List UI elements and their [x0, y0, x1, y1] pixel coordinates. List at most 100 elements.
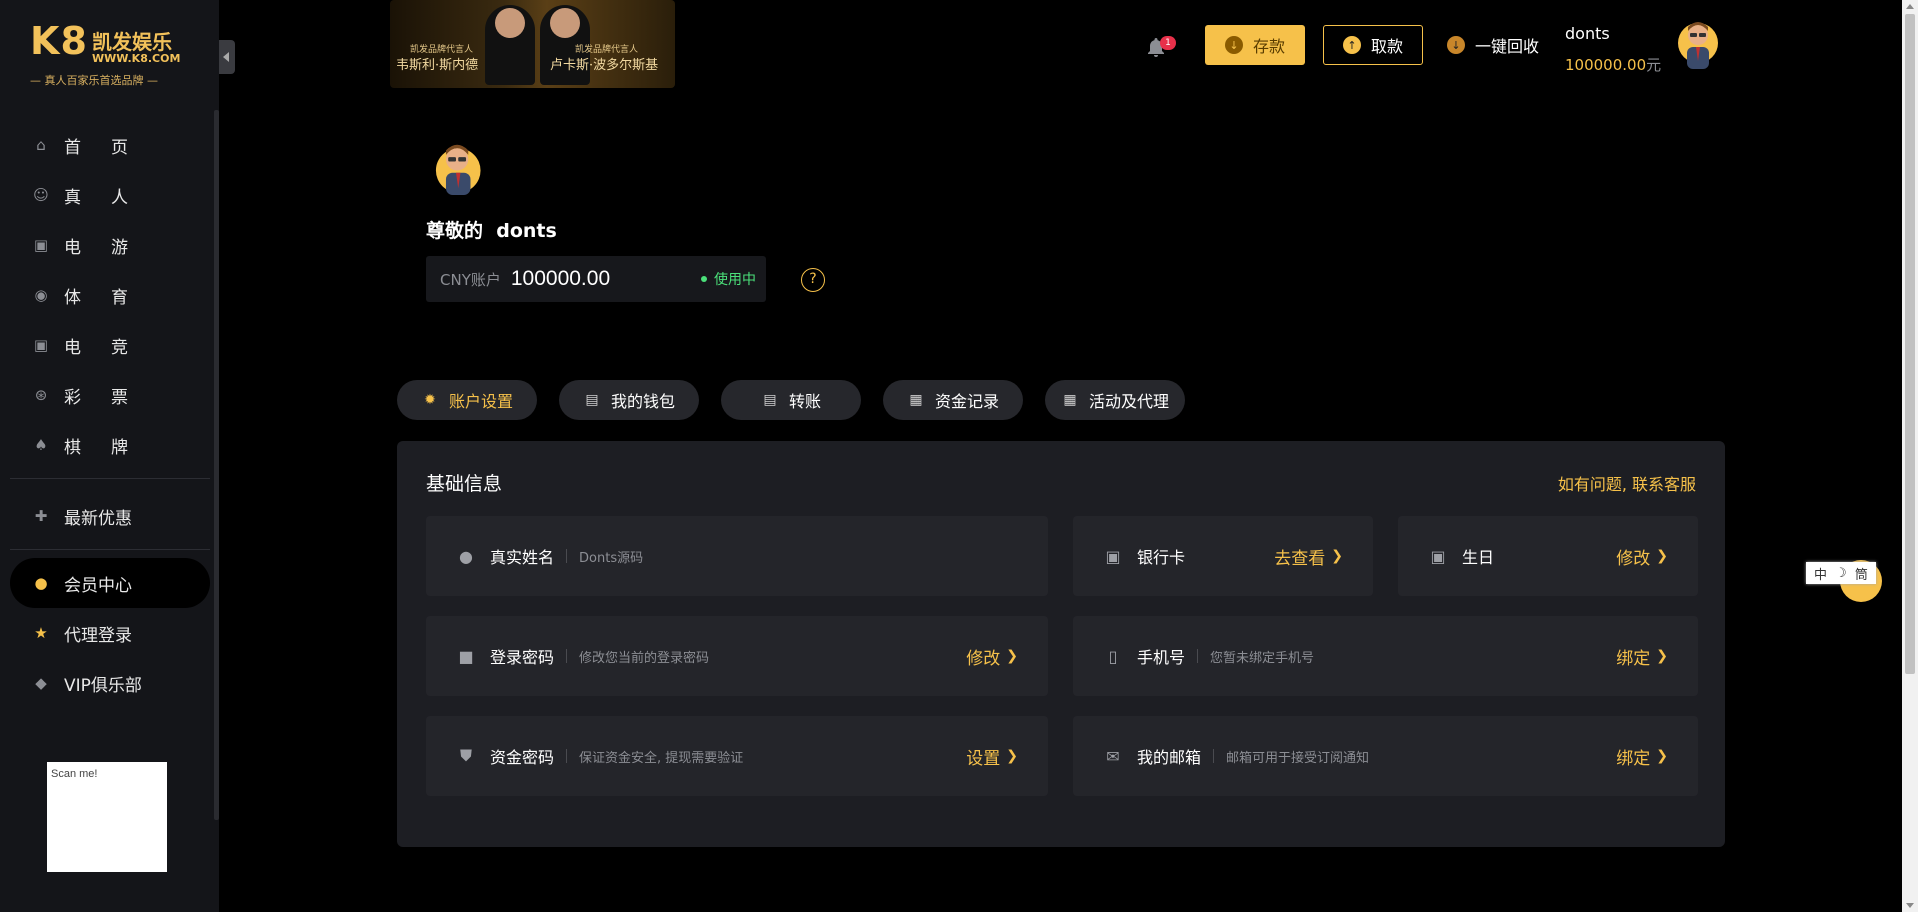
- status-label: 使用中: [714, 272, 756, 288]
- sidebar-collapse-button[interactable]: [219, 40, 235, 74]
- tab-activities-agent[interactable]: ▦ 活动及代理: [1045, 380, 1185, 420]
- card-title: 生日: [1462, 548, 1495, 567]
- card-title: 银行卡: [1137, 548, 1186, 567]
- status-dot: [701, 276, 707, 282]
- clipboard-icon: ▦: [909, 392, 923, 408]
- ime-toolbar[interactable]: 中 ☽ 筒: [1806, 562, 1876, 584]
- sidebar-item-label: 首页: [64, 137, 158, 158]
- sidebar-item-label: 代理登录: [64, 625, 132, 646]
- chevron-right-icon: ❯: [1656, 748, 1668, 764]
- upload-icon: ↑: [1342, 36, 1361, 54]
- card-desc: 您暂未绑定手机号: [1210, 650, 1315, 666]
- sidebar-divider: [10, 549, 210, 550]
- scrollbar-thumb[interactable]: [1905, 14, 1915, 674]
- sidebar-item-sports[interactable]: ◉ 体育: [10, 270, 210, 320]
- card-separator: [566, 649, 568, 663]
- clipboard-list-icon: ▦: [1063, 392, 1077, 408]
- qr-alt-text: Scan me!: [51, 768, 98, 780]
- view-bank-card-button[interactable]: 去查看 ❯: [1274, 544, 1343, 569]
- scroll-down-arrow[interactable]: [1906, 903, 1914, 908]
- lock-icon: ■: [458, 646, 474, 666]
- sidebar-item-agent-login[interactable]: ★ 代理登录: [10, 608, 210, 658]
- sidebar-item-live[interactable]: ☺ 真人: [10, 170, 210, 220]
- tab-label: 活动及代理: [1088, 392, 1169, 411]
- page-scrollbar[interactable]: [1902, 0, 1918, 912]
- sidebar-item-slots[interactable]: ▣ 电游: [10, 220, 210, 270]
- card-separator: [566, 749, 568, 763]
- transfer-wallet-icon: ▤: [763, 392, 777, 408]
- bind-phone-button[interactable]: 绑定 ❯: [1616, 644, 1668, 669]
- sidebar-item-label: 彩票: [64, 387, 158, 408]
- ime-moon-icon[interactable]: ☽: [1835, 566, 1847, 581]
- deposit-button[interactable]: ↓ 存款: [1205, 25, 1305, 65]
- ime-lang-icon[interactable]: 中: [1814, 564, 1827, 583]
- recycle-download-icon: ↓: [1447, 36, 1465, 54]
- edit-login-password-button[interactable]: 修改 ❯: [966, 644, 1018, 669]
- sidebar-item-esports[interactable]: ▣ 电竞: [10, 320, 210, 370]
- tab-label: 我的钱包: [610, 392, 675, 411]
- basic-info-panel: 基础信息 如有问题, 联系客服 ● 真实姓名 Donts源码 ▣ 银行卡 去查看…: [397, 441, 1725, 847]
- tab-label: 账户设置: [448, 392, 513, 411]
- star-icon: ★: [34, 624, 48, 642]
- card-title: 登录密码: [490, 648, 555, 667]
- sidebar-item-promotions[interactable]: ✚ 最新优惠: [10, 491, 210, 541]
- person-icon: ●: [459, 546, 473, 566]
- status-badge: 使用中: [701, 269, 756, 289]
- sidebar-item-member-center[interactable]: ● 会员中心: [10, 558, 210, 608]
- avatar[interactable]: [1673, 17, 1719, 69]
- lottery-icon: ⊛: [34, 386, 48, 404]
- bind-email-button[interactable]: 绑定 ❯: [1616, 744, 1668, 769]
- ambassador-banner[interactable]: 凯发品牌代言人 韦斯利·斯内德 凯发品牌代言人 卢卡斯·波多尔斯基: [390, 0, 675, 88]
- edit-birthday-button[interactable]: 修改 ❯: [1616, 544, 1668, 569]
- chevron-right-icon: ❯: [1331, 548, 1343, 564]
- sidebar-item-home[interactable]: ⌂ 首页: [10, 120, 210, 170]
- sidebar-item-label: 电竞: [64, 337, 158, 358]
- card-separator: [566, 549, 568, 563]
- one-click-recycle-button[interactable]: ↓ 一键回收: [1447, 33, 1539, 57]
- logo[interactable]: K8 凯发娱乐 WWW.K8.COM — 真人百家乐首选品牌 —: [30, 22, 190, 92]
- soccer-ball-icon: ◉: [34, 286, 48, 304]
- account-balance-box: CNY账户 100000.00 使用中: [426, 256, 766, 302]
- floating-customer-service[interactable]: 中 ☽ 筒: [1806, 560, 1882, 602]
- user-icon: ●: [34, 574, 48, 592]
- tab-account-settings[interactable]: ✹ 账户设置: [397, 380, 537, 420]
- action-label: 设置: [966, 748, 1001, 769]
- sidebar-item-vip[interactable]: ◆ VIP俱乐部: [10, 658, 210, 708]
- card-real-name: ● 真实姓名 Donts源码: [426, 516, 1048, 596]
- diamond-icon: ◆: [35, 674, 47, 692]
- help-icon[interactable]: ?: [801, 268, 825, 292]
- sidebar-item-label: 电游: [64, 237, 158, 258]
- deposit-label: 存款: [1252, 37, 1285, 56]
- tab-my-wallet[interactable]: ▤ 我的钱包: [559, 380, 699, 420]
- card-separator: [1197, 649, 1199, 663]
- set-fund-password-button[interactable]: 设置 ❯: [966, 744, 1018, 769]
- download-icon: ↓: [1224, 36, 1243, 54]
- sidebar-scrollbar[interactable]: [214, 110, 219, 820]
- sidebar-item-lottery[interactable]: ⊛ 彩票: [10, 370, 210, 420]
- sidebar-item-label: 最新优惠: [64, 508, 132, 529]
- esports-gamepad-icon: ▣: [33, 336, 49, 354]
- scroll-up-arrow[interactable]: [1906, 4, 1914, 9]
- sidebar-item-label: 棋牌: [64, 437, 158, 458]
- logo-slogan: — 真人百家乐首选品牌 —: [30, 74, 158, 87]
- calendar-icon: ▣: [1430, 546, 1446, 566]
- withdraw-button[interactable]: ↑ 取款: [1323, 25, 1423, 65]
- tab-fund-records[interactable]: ▦ 资金记录: [883, 380, 1023, 420]
- chevron-right-icon: ❯: [1006, 648, 1018, 664]
- header-balance: 100000.00元: [1565, 54, 1661, 75]
- withdraw-label: 取款: [1370, 37, 1403, 56]
- gift-icon: ✚: [34, 507, 48, 525]
- ambassador-right-head: [550, 8, 580, 38]
- phone-icon: ▯: [1108, 646, 1118, 666]
- card-phone: ▯ 手机号 您暂未绑定手机号 绑定 ❯: [1073, 616, 1698, 696]
- tab-label: 转账: [788, 392, 821, 411]
- ime-simplified-icon[interactable]: 筒: [1855, 564, 1868, 583]
- logo-cn: 凯发娱乐: [92, 30, 172, 54]
- banner-right-name: 卢卡斯·波多尔斯基: [550, 58, 659, 73]
- sidebar-item-cards[interactable]: ♠ 棋牌: [10, 420, 210, 470]
- contact-support-link[interactable]: 如有问题, 联系客服: [1558, 471, 1696, 495]
- card-desc: 邮箱可用于接受订阅通知: [1226, 750, 1370, 766]
- tab-transfer[interactable]: ▤ 转账: [721, 380, 861, 420]
- gamepad-icon: ▣: [33, 236, 49, 254]
- action-label: 修改: [1616, 548, 1651, 569]
